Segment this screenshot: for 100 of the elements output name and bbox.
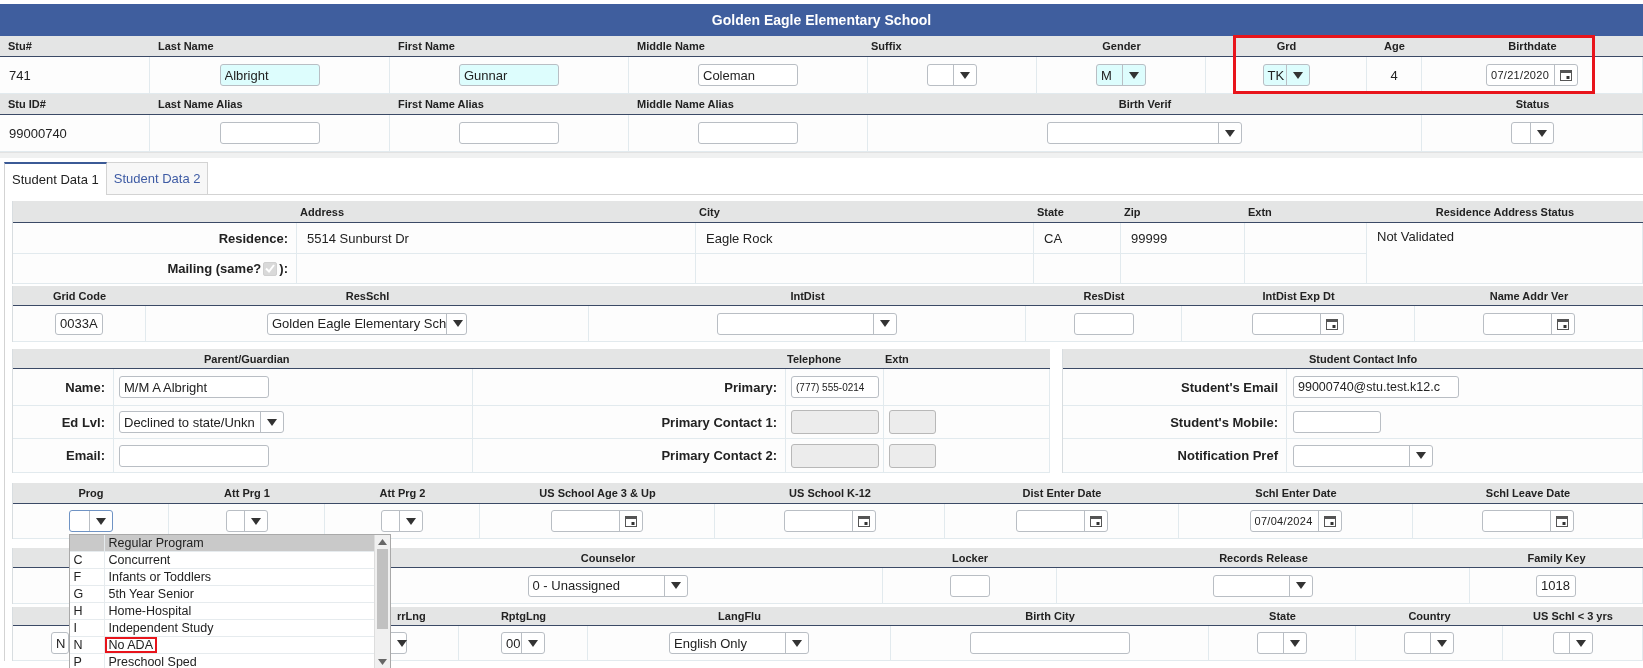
text-field[interactable]: 99000740@stu.test.k12.c [1293, 376, 1459, 398]
column-header: Student Contact Info [1287, 349, 1643, 369]
field-label: ): [279, 261, 288, 276]
table-cell: Not Validated [1367, 223, 1643, 284]
scroll-thumb[interactable] [376, 549, 388, 629]
tab[interactable]: Student Data 1 [4, 162, 107, 195]
caret-icon [1575, 639, 1586, 647]
table-cell: Eagle Rock [696, 223, 1034, 254]
list-item[interactable]: N No ADA [69, 637, 374, 654]
date-field[interactable]: 07/21/2020 [1486, 64, 1578, 86]
column-header: IntDist [589, 286, 1026, 306]
dropdown[interactable] [1257, 632, 1307, 654]
list-item[interactable]: H Home-Hospital [69, 603, 374, 620]
dropdown[interactable] [68, 510, 113, 532]
column-header: Address [297, 201, 696, 223]
date-field[interactable] [551, 510, 643, 532]
scrollbar[interactable] [373, 535, 390, 668]
column-header: First Name Alias [390, 94, 629, 115]
caret-icon [95, 517, 106, 525]
field-label: Primary Contact 2: [473, 439, 786, 473]
date-field[interactable] [1015, 510, 1108, 532]
text-field[interactable]: Coleman [698, 64, 798, 86]
dropdown[interactable] [225, 510, 268, 532]
date-field[interactable] [1482, 312, 1575, 335]
field-label: Primary Contact 1: [473, 406, 786, 439]
dropdown[interactable] [381, 510, 423, 532]
column-header: LangFlu [588, 607, 891, 626]
list-item[interactable]: Regular Program [69, 535, 374, 552]
column-header: RptgLng [459, 607, 588, 626]
caret-icon [1225, 129, 1235, 137]
dropdown[interactable] [1552, 632, 1593, 654]
scroll-down-icon [377, 659, 387, 665]
calendar-icon [1326, 317, 1338, 330]
date-field[interactable] [783, 510, 876, 532]
caret-icon [1296, 582, 1306, 589]
calendar-icon [857, 515, 870, 527]
column-header: City [696, 201, 1034, 223]
dropdown[interactable] [1510, 122, 1554, 144]
text-field[interactable]: M/M A Albright [119, 376, 269, 398]
list-item[interactable]: F Infants or Toddlers [69, 569, 374, 586]
column-header: Schl Leave Date [1413, 483, 1643, 504]
column-header: Dist Enter Date [945, 483, 1179, 504]
column-header: Last Name Alias [150, 94, 390, 115]
text-field[interactable] [1293, 411, 1381, 433]
date-field[interactable] [1252, 312, 1344, 335]
text-field[interactable]: Gunnar [459, 64, 559, 86]
text-field[interactable] [969, 632, 1130, 654]
column-header: Country [1356, 607, 1503, 626]
list-item[interactable]: I Independent Study [69, 620, 374, 637]
field-label: Email: [13, 439, 114, 473]
dropdown[interactable] [1404, 632, 1454, 654]
text-field[interactable] [698, 122, 798, 144]
text-field[interactable] [949, 574, 990, 597]
text-field[interactable] [459, 122, 559, 144]
column-header: Middle Name [629, 36, 868, 57]
calendar-icon [1560, 69, 1572, 81]
column-header: Last Name [150, 36, 390, 57]
date-field[interactable] [1481, 510, 1574, 532]
column-header: ResDist [1026, 286, 1182, 306]
caret-icon [1292, 71, 1303, 79]
calendar-icon [1555, 515, 1568, 527]
window-title: Golden Eagle Elementary School [0, 4, 1643, 36]
dropdown[interactable]: Golden Eagle Elementary Sch [267, 312, 467, 335]
text-field[interactable]: (777) 555-0214 [791, 376, 879, 398]
calendar-icon [1556, 317, 1569, 330]
dropdown[interactable]: English Only [669, 632, 809, 654]
text-field[interactable] [1073, 312, 1134, 335]
dropdown[interactable]: 00 [501, 632, 545, 654]
column-header: Family Key [1470, 548, 1643, 568]
dropdown[interactable]: M [1096, 64, 1146, 86]
tab[interactable]: Student Data 2 [105, 162, 209, 194]
column-header: Parent/Guardian [114, 349, 473, 369]
dropdown[interactable] [927, 64, 977, 86]
list-item[interactable]: P Preschool Sped [69, 654, 374, 668]
text-field[interactable] [219, 122, 320, 144]
dropdown[interactable]: TK [1262, 64, 1310, 86]
caret-icon [1536, 129, 1547, 137]
caret-icon [453, 320, 464, 327]
text-field[interactable]: 1018 [1536, 574, 1576, 597]
column-header: Zip [1121, 201, 1245, 223]
column-header: Residence Address Status [1367, 201, 1643, 223]
text-field[interactable] [119, 444, 269, 467]
text-field[interactable]: Albright [219, 64, 320, 86]
column-header: Att Prg 2 [325, 483, 480, 504]
column-header: Suffix [868, 36, 1037, 57]
column-header: Telephone [786, 349, 884, 369]
list-item[interactable]: G 5th Year Senior [69, 586, 374, 603]
column-header: Birth City [891, 607, 1209, 626]
column-header: Birthdate [1422, 36, 1643, 57]
dropdown[interactable]: N [51, 632, 69, 654]
text-field[interactable]: 0033A [55, 312, 103, 335]
column-header: Extn [1245, 201, 1367, 223]
calendar-icon [1323, 515, 1336, 527]
date-field[interactable]: 07/04/2024 [1249, 510, 1342, 532]
caret-icon [960, 71, 970, 79]
dropdown[interactable]: 0 - Unassigned [527, 574, 688, 597]
dropdown[interactable]: Declined to state/Unkn [119, 411, 284, 433]
field-label: Student's Email [1063, 369, 1287, 406]
table-cell: 741 [0, 57, 150, 94]
list-item[interactable]: C Concurrent [69, 552, 374, 569]
